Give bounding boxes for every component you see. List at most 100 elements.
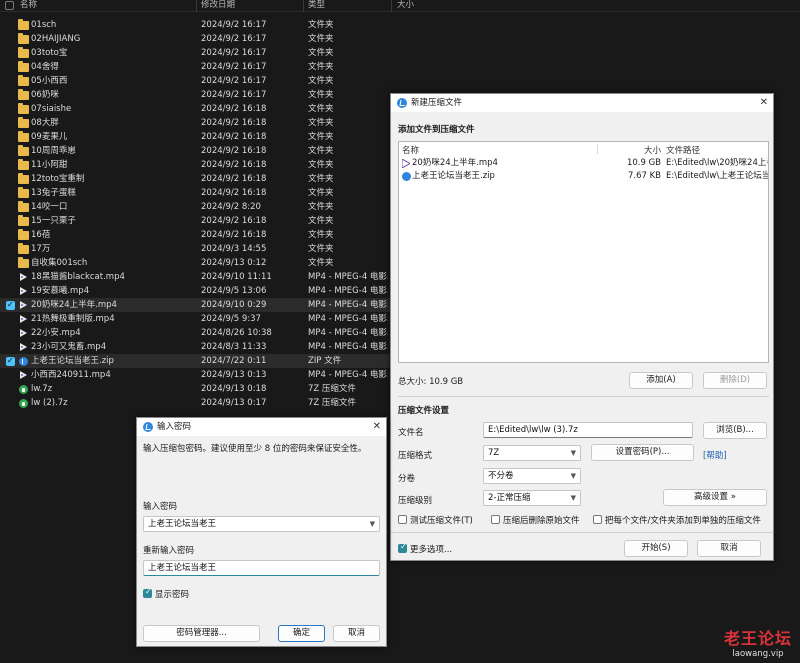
file-date: 2024/9/2 16:17 — [201, 90, 267, 100]
header-date[interactable]: 修改日期 — [201, 0, 235, 11]
browse-button[interactable]: 浏览(B)... — [703, 422, 767, 439]
file-name: 01sch — [31, 20, 57, 30]
chevron-down-icon[interactable]: ▼ — [370, 517, 375, 531]
header-size[interactable]: 大小 — [397, 0, 414, 11]
file-date: 2024/9/2 16:17 — [201, 62, 267, 72]
ok-button[interactable]: 确定 — [278, 625, 325, 642]
file-row[interactable]: 12toto宝重制 2024/9/2 16:18 文件夹 — [0, 172, 390, 186]
list-header-name[interactable]: 名称 — [402, 144, 419, 156]
file-name: 12toto宝重制 — [31, 174, 85, 184]
delete-after-checkbox[interactable] — [491, 515, 500, 524]
header-name[interactable]: 名称 — [20, 0, 37, 11]
close-icon[interactable]: ✕ — [373, 418, 381, 436]
more-options-label[interactable]: 更多选项... — [410, 543, 452, 555]
file-row[interactable]: 23小可又鬼畜.mp4 2024/8/3 11:33 MP4 - MPEG-4 电影… — [0, 340, 390, 354]
password-manager-button[interactable]: 密码管理器... — [143, 625, 260, 642]
app-logo-icon — [143, 422, 153, 432]
video-file-icon — [20, 343, 28, 352]
file-type: 文件夹 — [308, 104, 334, 114]
file-row[interactable]: 小西西240911.mp4 2024/9/13 0:13 MP4 - MPEG-4 … — [0, 368, 390, 382]
folder-icon — [18, 47, 29, 58]
file-row[interactable]: 19安慕曦.mp4 2024/9/5 13:06 MP4 - MPEG-4 电影..… — [0, 284, 390, 298]
file-date: 2024/9/3 14:55 — [201, 244, 267, 254]
row-checkbox[interactable] — [6, 298, 15, 312]
volume-label: 分卷 — [398, 474, 416, 484]
dialog-title-bar[interactable]: 输入密码 ✕ — [137, 418, 386, 436]
file-row[interactable]: 09麦果儿 2024/9/2 16:18 文件夹 — [0, 130, 390, 144]
cancel-button[interactable]: 取消 — [697, 540, 761, 557]
file-row[interactable]: 02HAIJIANG 2024/9/2 16:17 文件夹 — [0, 32, 390, 46]
folder-icon — [18, 243, 29, 254]
close-icon[interactable]: ✕ — [760, 94, 768, 112]
file-type: 文件夹 — [308, 132, 334, 142]
file-name: 09麦果儿 — [31, 132, 68, 142]
advanced-settings-button[interactable]: 高级设置 » — [663, 489, 767, 506]
file-row[interactable]: 11小阿甜 2024/9/2 16:18 文件夹 — [0, 158, 390, 172]
row-checkbox[interactable] — [6, 354, 15, 368]
set-password-button[interactable]: 设置密码(P)... — [591, 444, 694, 461]
file-name: 上老王论坛当老王.zip — [31, 356, 114, 366]
volume-select[interactable]: 不分卷 ▼ — [483, 468, 581, 484]
confirm-password-input[interactable]: 上老王论坛当老王 — [143, 560, 380, 576]
file-name: 16蓓 — [31, 230, 51, 240]
list-item[interactable]: 20奶咪24上半年.mp4 10.9 GB E:\Edited\lw\20奶咪2… — [399, 157, 768, 169]
file-name: 03toto宝 — [31, 48, 68, 58]
file-row[interactable]: lw.7z 2024/9/13 0:18 7Z 压缩文件 — [0, 382, 390, 396]
list-header-path[interactable]: 文件路径 — [666, 144, 700, 156]
file-date: 2024/9/13 0:17 — [201, 398, 267, 408]
separate-archives-label: 把每个文件/文件夹添加到单独的压缩文件 — [605, 516, 761, 526]
file-name: 08大胖 — [31, 118, 59, 128]
more-options-checkbox[interactable] — [398, 542, 407, 553]
file-row[interactable]: 04舍得 2024/9/2 16:17 文件夹 — [0, 60, 390, 74]
file-row[interactable]: 14咬一口 2024/9/2 8:20 文件夹 — [0, 200, 390, 214]
file-row[interactable]: 05小西西 2024/9/2 16:17 文件夹 — [0, 74, 390, 88]
file-row[interactable]: 13兔子蛋糕 2024/9/2 16:18 文件夹 — [0, 186, 390, 200]
header-type[interactable]: 类型 — [308, 0, 325, 11]
file-date: 2024/9/2 16:18 — [201, 132, 267, 142]
list-item[interactable]: 上老王论坛当老王.zip 7.67 KB E:\Edited\lw\上老王论坛当… — [399, 170, 768, 182]
video-file-icon — [20, 287, 28, 296]
file-type: 文件夹 — [308, 90, 334, 100]
file-row[interactable]: 10周周乖崽 2024/9/2 16:18 文件夹 — [0, 144, 390, 158]
level-select[interactable]: 2-正常压缩 ▼ — [483, 490, 581, 506]
file-row[interactable]: 21热舞极重制版.mp4 2024/9/5 9:37 MP4 - MPEG-4 电影… — [0, 312, 390, 326]
list-item-path: E:\Edited\lw\20奶咪24上半年 — [666, 158, 768, 168]
list-header-size[interactable]: 大小 — [644, 144, 661, 156]
password-input[interactable]: 上老王论坛当老王 ▼ — [143, 516, 380, 532]
file-name: 13兔子蛋糕 — [31, 188, 76, 198]
separate-archives-checkbox[interactable] — [593, 515, 602, 524]
dialog-title-bar[interactable]: 新建压缩文件 ✕ — [391, 94, 773, 112]
show-password-checkbox[interactable] — [143, 587, 152, 598]
file-row[interactable]: 上老王论坛当老王.zip 2024/7/22 0:11 ZIP 文件 — [0, 354, 390, 368]
file-row[interactable]: 01sch 2024/9/2 16:17 文件夹 — [0, 18, 390, 32]
file-row[interactable]: 15一只栗子 2024/9/2 16:18 文件夹 — [0, 214, 390, 228]
file-row[interactable]: 20奶咪24上半年.mp4 2024/9/10 0:29 MP4 - MPEG-4 … — [0, 298, 390, 312]
file-name: 18黑猫酱blackcat.mp4 — [31, 272, 125, 282]
format-select[interactable]: 7Z ▼ — [483, 445, 581, 461]
archive-7z-icon — [19, 385, 28, 394]
file-row[interactable]: lw (2).7z 2024/9/13 0:17 7Z 压缩文件 — [0, 396, 390, 410]
file-row[interactable]: 自收集001sch 2024/9/13 0:12 文件夹 — [0, 256, 390, 270]
start-button[interactable]: 开始(S) — [624, 540, 688, 557]
file-row[interactable]: 17万 2024/9/3 14:55 文件夹 — [0, 242, 390, 256]
filename-input[interactable]: E:\Edited\lw\lw (3).7z — [483, 422, 693, 438]
file-listbox[interactable]: 名称 大小 文件路径 20奶咪24上半年.mp4 10.9 GB E:\Edit… — [398, 141, 769, 363]
cancel-button[interactable]: 取消 — [333, 625, 380, 642]
zip-file-icon — [19, 357, 28, 366]
file-row[interactable]: 22小安.mp4 2024/8/26 10:38 MP4 - MPEG-4 电影..… — [0, 326, 390, 340]
select-all-checkbox[interactable] — [5, 1, 14, 10]
file-row[interactable]: 06奶咪 2024/9/2 16:17 文件夹 — [0, 88, 390, 102]
list-item-path: E:\Edited\lw\上老王论坛当老 — [666, 171, 768, 181]
file-type: MP4 - MPEG-4 电影... — [308, 328, 388, 338]
help-link[interactable]: [帮助] — [703, 449, 727, 461]
file-row[interactable]: 18黑猫酱blackcat.mp4 2024/9/10 11:11 MP4 - MP… — [0, 270, 390, 284]
test-archive-checkbox[interactable] — [398, 515, 407, 524]
add-button[interactable]: 添加(A) — [629, 372, 693, 389]
file-row[interactable]: 03toto宝 2024/9/2 16:17 文件夹 — [0, 46, 390, 60]
file-row[interactable]: 08大胖 2024/9/2 16:18 文件夹 — [0, 116, 390, 130]
file-type: MP4 - MPEG-4 电影... — [308, 272, 388, 282]
file-date: 2024/9/13 0:13 — [201, 370, 267, 380]
remove-button[interactable]: 删除(D) — [703, 372, 767, 389]
file-row[interactable]: 16蓓 2024/9/2 16:18 文件夹 — [0, 228, 390, 242]
file-row[interactable]: 07siaishe 2024/9/2 16:18 文件夹 — [0, 102, 390, 116]
